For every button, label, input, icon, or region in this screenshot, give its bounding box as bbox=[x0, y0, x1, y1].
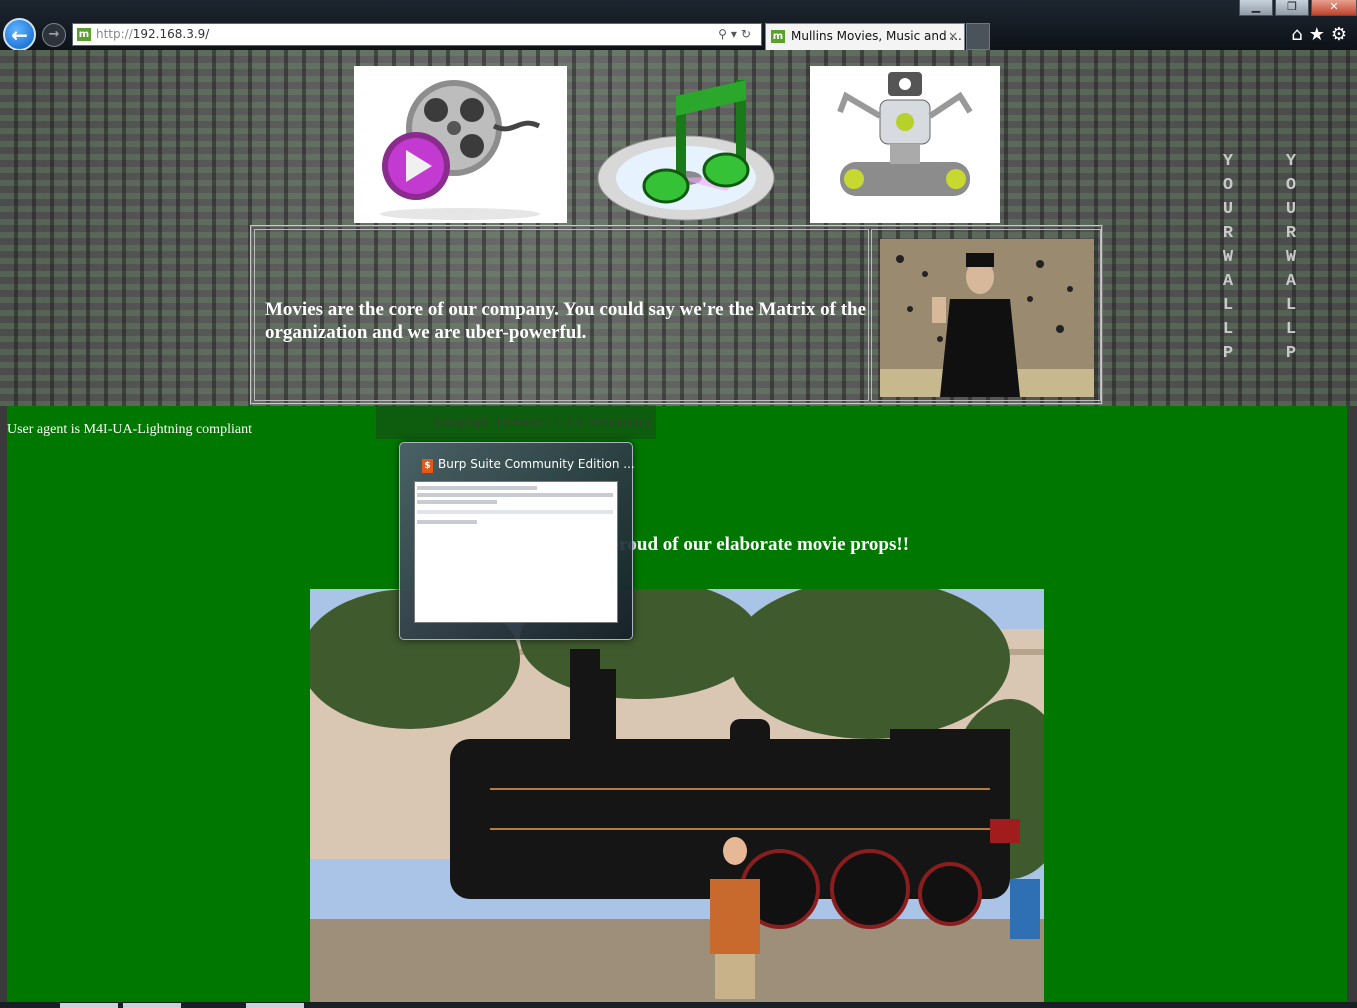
taskbar-item[interactable] bbox=[246, 1003, 304, 1008]
address-url[interactable]: http://192.168.3.9/ bbox=[96, 24, 209, 45]
toolbar-right-icons: ⌂★⚙ bbox=[1291, 24, 1353, 45]
user-agent-status: User agent is M4I-UA-Lightning compliant bbox=[7, 422, 252, 437]
search-icon[interactable]: ⚲ bbox=[718, 27, 731, 41]
props-heading: We are particularly proud of our elabora… bbox=[444, 534, 910, 555]
robot-icon bbox=[837, 72, 973, 196]
url-scheme: http:// bbox=[96, 27, 133, 41]
film-reel-icon bbox=[380, 80, 541, 220]
windows-taskbar bbox=[0, 1002, 1357, 1008]
refresh-icon[interactable]: ↻ bbox=[741, 27, 755, 41]
web-page: YOURWALLP YOURWALLP Movies are the core … bbox=[0, 50, 1357, 1008]
window-controls: ▁ ❐ ✕ bbox=[1237, 0, 1357, 16]
site-favicon-icon: m bbox=[77, 28, 91, 41]
taskbar-item[interactable] bbox=[60, 1003, 118, 1008]
intro-text-cell: Movies are the core of our company. You … bbox=[254, 229, 869, 401]
thumb-label-row bbox=[417, 520, 477, 524]
movie-reel-logo bbox=[354, 66, 567, 223]
wallpaper-watermark-right: YOURWALLP bbox=[1285, 152, 1297, 363]
thumb-menu-row bbox=[417, 486, 537, 490]
url-host: 192.168.3.9/ bbox=[132, 27, 210, 41]
taskbar-item[interactable] bbox=[123, 1003, 181, 1008]
robot-logo bbox=[810, 66, 1000, 223]
intro-table: Movies are the core of our company. You … bbox=[250, 225, 1103, 405]
maximize-button[interactable]: ❐ bbox=[1275, 0, 1309, 16]
forward-arrow-icon: → bbox=[48, 27, 60, 42]
favorites-star-icon[interactable]: ★ bbox=[1309, 24, 1331, 45]
tab-favicon-icon: m bbox=[771, 30, 785, 43]
thumb-subtabs-row bbox=[417, 500, 497, 504]
company-tagline: Movies are the core of our company. You … bbox=[265, 299, 867, 343]
back-arrow-icon: ← bbox=[11, 23, 28, 47]
main-content-panel: User agent is M4I-UA-Lightning compliant… bbox=[7, 406, 1347, 1008]
thumb-tabs-row bbox=[417, 493, 613, 497]
tab-title: Mullins Movies, Music and ... bbox=[791, 29, 962, 43]
music-note-cd-icon bbox=[597, 80, 775, 221]
new-tab-button[interactable] bbox=[966, 23, 990, 50]
wallpaper-watermark-left: YOURWALLP bbox=[1222, 152, 1234, 363]
preview-thumbnail[interactable] bbox=[414, 481, 618, 623]
train-prop-photo bbox=[310, 589, 1044, 1008]
matrix-neo-image bbox=[880, 239, 1094, 397]
minimize-button[interactable]: ▁ bbox=[1239, 0, 1273, 16]
close-window-button[interactable]: ✕ bbox=[1311, 0, 1357, 16]
forward-button[interactable]: → bbox=[42, 23, 66, 47]
address-bar[interactable]: m http://192.168.3.9/ ⚲▾↻ bbox=[72, 23, 762, 46]
dropdown-icon[interactable]: ▾ bbox=[731, 27, 741, 41]
home-icon[interactable]: ⌂ bbox=[1291, 24, 1308, 45]
burp-suite-icon: $ bbox=[422, 459, 433, 473]
tab-close-icon[interactable]: × bbox=[948, 24, 958, 49]
address-bar-icons: ⚲▾↻ bbox=[718, 24, 755, 45]
thumb-toolbar-row bbox=[417, 510, 613, 514]
tools-gear-icon[interactable]: ⚙ bbox=[1331, 24, 1353, 45]
back-button[interactable]: ← bbox=[3, 18, 36, 51]
taskbar-tooltip: Copyright License - 1.7.x Temporary bbox=[376, 405, 656, 439]
preview-window-title: Burp Suite Community Edition ... bbox=[438, 457, 635, 471]
intro-image-cell bbox=[871, 229, 1101, 401]
tab-active[interactable]: m Mullins Movies, Music and ... × bbox=[765, 23, 965, 50]
burp-suite-taskbar-preview[interactable]: $ Burp Suite Community Edition ... bbox=[399, 442, 635, 640]
browser-chrome: ▁ ❐ ✕ ← → m http://192.168.3.9/ ⚲▾↻ m Mu… bbox=[0, 0, 1357, 51]
music-cd-logo bbox=[596, 66, 782, 223]
